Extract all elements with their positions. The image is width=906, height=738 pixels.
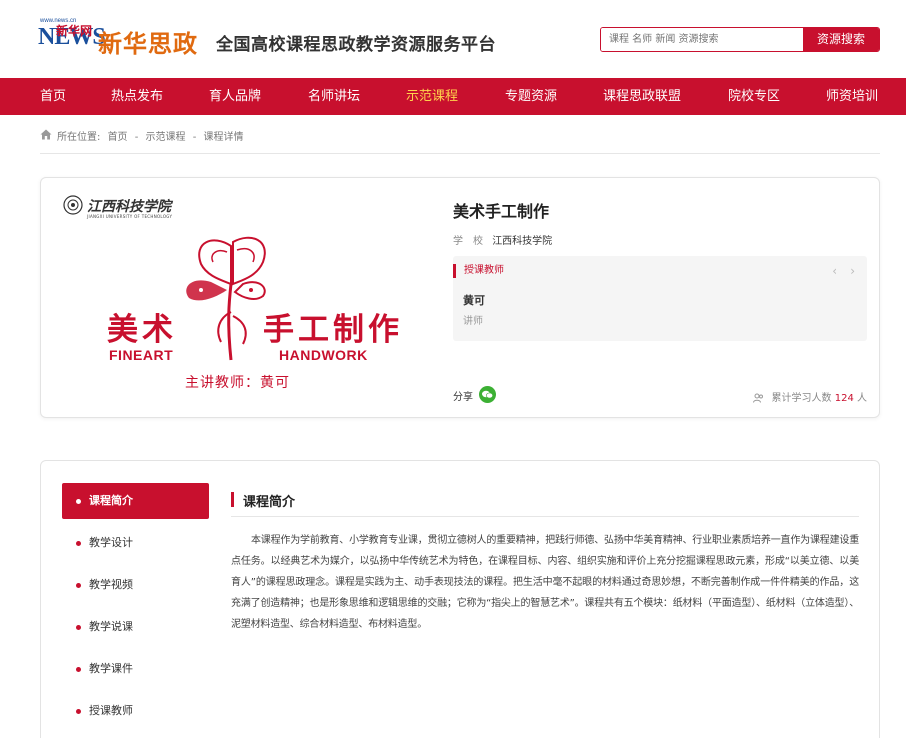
wechat-icon <box>482 390 494 399</box>
wechat-share-icon[interactable] <box>479 386 496 403</box>
breadcrumb-sep: - <box>134 132 139 143</box>
site-header: www.news.cn NEWS 新华网 新华思政 全国高校课程思政教学资源服务… <box>0 0 906 78</box>
learners-label: 累计学习人数 <box>771 393 832 404</box>
xinhua-news-logo[interactable]: www.news.cn NEWS 新华网 <box>38 18 106 60</box>
chevron-left-icon[interactable]: ‹ <box>832 264 837 278</box>
cover-school-en: JIANGXI UNIVERSITY OF TECHNOLOGY <box>87 214 173 219</box>
search-button[interactable]: 资源搜索 <box>803 28 879 51</box>
intro-text: 本课程作为学前教育、小学教育专业课，贯彻立德树人的重要精神，把践行师德、弘扬中华… <box>231 535 859 630</box>
cover-school-name: 江西科技学院 <box>87 199 171 215</box>
learners-unit: 人 <box>857 393 867 404</box>
home-icon <box>40 129 52 140</box>
course-card: 江西科技学院 JIANGXI UNIVERSITY OF TECHNOLOGY … <box>40 177 880 418</box>
course-sidebar: 课程简介 教学设计 教学视频 教学说课 教学课件 授课教师 <box>62 483 209 735</box>
breadcrumb-demo-course[interactable]: 示范课程 <box>146 132 186 143</box>
breadcrumb-prefix: 所在位置: <box>57 132 101 143</box>
cover-title-en-right: HANDWORK <box>279 347 368 363</box>
sidebar-item-label: 教学设计 <box>89 536 133 549</box>
course-info: 美术手工制作 学 校 江西科技学院 授课教师 ‹ › 黄可 讲师 分享 累计学习 <box>453 192 867 404</box>
teacher-title: 讲师 <box>463 316 483 327</box>
site-title: 全国高校课程思政教学资源服务平台 <box>216 35 496 55</box>
intro-header: 课程简介 <box>231 483 859 517</box>
user-group-icon <box>753 393 764 403</box>
sidebar-item-intro[interactable]: 课程简介 <box>62 483 209 519</box>
sidebar-item-teacher[interactable]: 授课教师 <box>62 693 209 735</box>
sidebar-item-design[interactable]: 教学设计 <box>62 525 209 567</box>
sidebar-item-label: 课程简介 <box>89 494 133 507</box>
nav-item-training[interactable]: 师资培训 <box>826 78 878 115</box>
sidebar-item-talk[interactable]: 教学说课 <box>62 609 209 651</box>
cover-title-cn-left: 美术 <box>107 312 177 348</box>
nav-item-schools[interactable]: 院校专区 <box>728 78 780 115</box>
nav-item-home[interactable]: 首页 <box>40 78 66 115</box>
cover-teacher-line: 主讲教师：黄可 <box>185 375 290 391</box>
course-cover-image: 江西科技学院 JIANGXI UNIVERSITY OF TECHNOLOGY … <box>57 192 435 404</box>
chevron-right-icon[interactable]: › <box>850 264 855 278</box>
sidebar-item-label: 教学课件 <box>89 662 133 675</box>
sidebar-item-slides[interactable]: 教学课件 <box>62 651 209 693</box>
share-label: 分享 <box>453 392 473 403</box>
teacher-name[interactable]: 黄可 <box>463 292 485 308</box>
intro-content: 课程简介 本课程作为学前教育、小学教育专业课，贯彻立德树人的重要精神，把践行师德… <box>231 483 859 635</box>
school-emblem-icon <box>63 195 83 215</box>
breadcrumb-current: 课程详情 <box>203 132 244 143</box>
breadcrumb-home[interactable]: 首页 <box>108 132 128 143</box>
course-detail-panel: 课程简介 教学设计 教学视频 教学说课 教学课件 授课教师 课程简介 本课程作为… <box>40 460 880 738</box>
sidebar-item-label: 授课教师 <box>89 704 133 717</box>
search-box: 资源搜索 <box>600 27 880 52</box>
school-label: 学 校 <box>453 236 483 247</box>
breadcrumb-sep: - <box>192 132 197 143</box>
breadcrumb: 所在位置: 首页 - 示范课程 - 课程详情 <box>40 126 880 154</box>
school-value[interactable]: 江西科技学院 <box>492 236 552 247</box>
teacher-panel: 授课教师 ‹ › 黄可 讲师 <box>453 256 867 341</box>
teacher-section-label: 授课教师 <box>453 264 504 278</box>
cover-title-cn-right: 手工制作 <box>263 312 403 348</box>
intro-heading: 课程简介 <box>243 495 296 510</box>
nav-item-demo-course[interactable]: 示范课程 <box>406 78 458 115</box>
learners-number: 124 <box>834 393 854 404</box>
learners-count: 累计学习人数 124 人 <box>753 389 867 404</box>
sidebar-item-label: 教学说课 <box>89 620 133 633</box>
sidebar-item-video[interactable]: 教学视频 <box>62 567 209 609</box>
main-nav: 首页 热点发布 育人品牌 名师讲坛 示范课程 专题资源 课程思政联盟 院校专区 … <box>0 78 906 115</box>
nav-item-hot[interactable]: 热点发布 <box>111 78 163 115</box>
nav-item-brand[interactable]: 育人品牌 <box>209 78 261 115</box>
cover-title-en-left: FINEART <box>109 347 174 363</box>
course-title: 美术手工制作 <box>453 202 550 221</box>
brand-logo[interactable]: 新华思政 <box>98 24 198 59</box>
nav-item-resources[interactable]: 专题资源 <box>505 78 557 115</box>
logo-news-cn: 新华网 <box>56 24 93 38</box>
nav-item-lecture[interactable]: 名师讲坛 <box>308 78 360 115</box>
nav-item-alliance[interactable]: 课程思政联盟 <box>603 78 681 115</box>
search-input[interactable] <box>601 28 804 51</box>
sidebar-item-label: 教学视频 <box>89 578 133 591</box>
course-school-row: 学 校 江西科技学院 <box>453 232 552 247</box>
